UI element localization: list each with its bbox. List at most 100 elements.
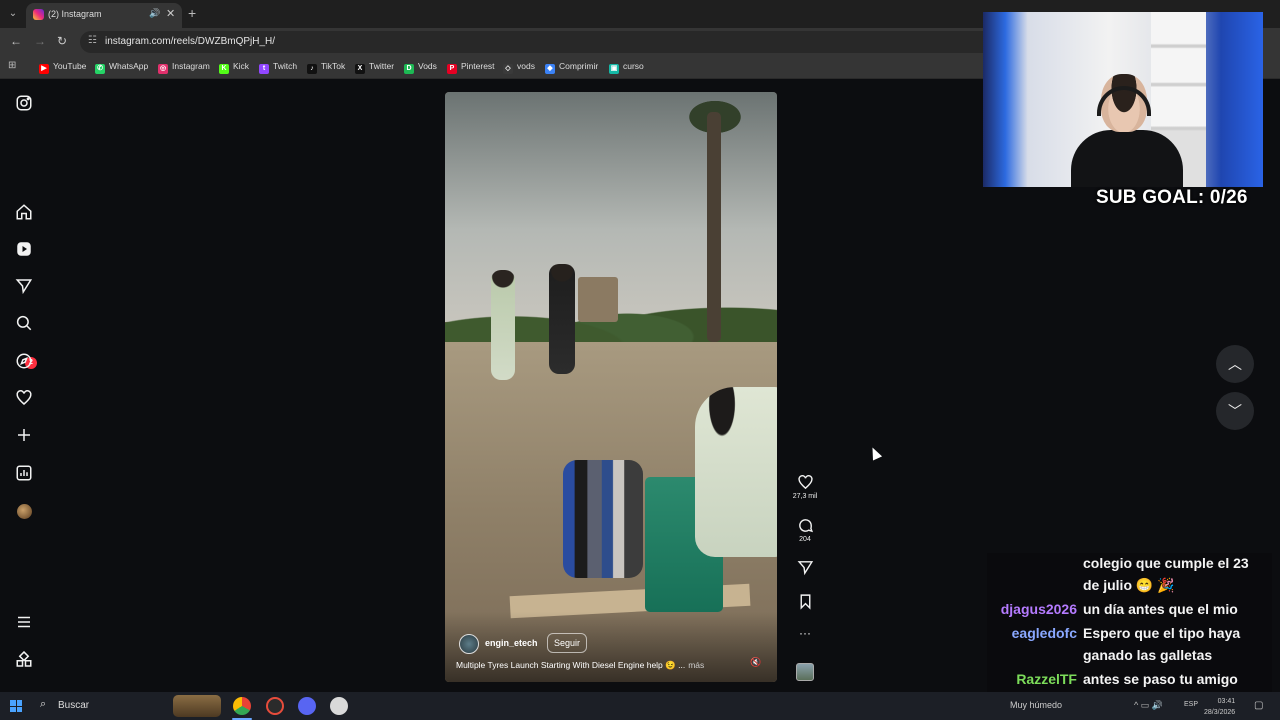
chat-username: eagledofc	[1011, 625, 1077, 641]
profile-avatar[interactable]	[17, 504, 32, 519]
reels-icon[interactable]	[14, 240, 34, 260]
reel-video[interactable]: engin_etech Seguir Multiple Tyres Launch…	[445, 92, 777, 682]
reload-icon[interactable]: ↻	[57, 34, 67, 48]
instagram-logo-icon[interactable]	[14, 94, 34, 114]
bookmark-label: curso	[623, 61, 644, 71]
comments-count: 204	[799, 536, 811, 543]
messages-icon[interactable]	[14, 277, 34, 297]
more-icon[interactable]	[14, 650, 34, 671]
follow-button[interactable]: Seguir	[547, 633, 588, 653]
tiktok-icon: ♪	[307, 64, 317, 74]
discord-icon[interactable]	[298, 697, 316, 715]
bookmark-label: YouTube	[53, 61, 87, 71]
vods-icon: D	[404, 64, 414, 74]
tab-title: (2) Instagram	[48, 9, 102, 19]
curso-icon: ▣	[609, 64, 619, 74]
author-avatar[interactable]	[459, 634, 479, 654]
windows-start-icon[interactable]	[10, 700, 22, 712]
bookmark-label: Comprimir	[559, 61, 599, 71]
new-tab-icon[interactable]: +	[188, 5, 196, 21]
bookmark-vods[interactable]: ◇ vods	[503, 61, 535, 75]
heart-icon[interactable]	[14, 389, 34, 409]
menu-icon[interactable]	[14, 613, 34, 633]
likes-count: 27,3 mil	[792, 493, 818, 500]
bookmark-whatsapp[interactable]: ✆ WhatsApp	[95, 61, 148, 75]
dashboard-icon[interactable]	[14, 464, 34, 484]
comprimir-icon: ◆	[545, 64, 555, 74]
weather-text[interactable]: Muy húmedo	[1010, 700, 1062, 710]
mute-icon[interactable]: 🔇	[750, 657, 761, 668]
twitter-icon: X	[355, 64, 365, 74]
bookmark-label: Instagram	[172, 61, 210, 71]
reel-caption[interactable]: Multiple Tyres Launch Starting With Dies…	[456, 660, 704, 671]
webcam-overlay	[983, 12, 1263, 187]
tab-audio-icon[interactable]: 🔊	[149, 8, 160, 19]
bookmark-pinterest[interactable]: P Pinterest	[447, 61, 495, 75]
forward-icon[interactable]: →	[34, 34, 46, 48]
tab-close-icon[interactable]: ✕	[166, 7, 175, 20]
taskbar-search[interactable]: Buscar	[58, 700, 89, 711]
create-icon[interactable]	[14, 426, 34, 446]
bookmark-label: WhatsApp	[109, 61, 149, 71]
share-icon	[797, 561, 813, 576]
video-person-right	[695, 387, 777, 557]
apps-grid-icon[interactable]: ⊞	[8, 60, 16, 71]
bookmark-vods[interactable]: D Vods	[404, 61, 437, 75]
bookmark-icon	[800, 594, 810, 610]
bookmark-tiktok[interactable]: ♪ TikTok	[307, 61, 345, 75]
browser-tab[interactable]: (2) Instagram 🔊 ✕	[26, 3, 182, 28]
heart-icon	[797, 475, 813, 490]
site-info-icon[interactable]: ☷	[88, 35, 97, 46]
language-indicator[interactable]: ESP	[1184, 701, 1198, 708]
obs-icon[interactable]	[266, 697, 284, 715]
bookmark-label: vods	[517, 61, 535, 71]
chat-overlay: colegio que cumple el 23 de julio 😁 🎉 djag…	[987, 553, 1272, 692]
share-action[interactable]	[790, 559, 820, 576]
whatsapp-icon: ✆	[95, 64, 105, 74]
home-icon[interactable]	[14, 203, 34, 223]
bookmark-kick[interactable]: K Kick	[219, 61, 249, 75]
system-tray-icon[interactable]: ^ ▭ 🔊	[1134, 700, 1163, 711]
audio-thumbnail[interactable]	[796, 663, 814, 681]
next-reel-button[interactable]: ﹀	[1216, 392, 1254, 430]
comment-icon	[798, 519, 813, 533]
pinterest-icon: P	[447, 64, 457, 74]
search-icon[interactable]: ⌕	[40, 698, 46, 711]
back-icon[interactable]: ←	[10, 34, 22, 48]
bookmark-curso[interactable]: ▣ curso	[609, 61, 644, 75]
chat-username: RazzelTF	[1016, 671, 1077, 687]
bookmark-twitter[interactable]: X Twitter	[355, 61, 394, 75]
bookmark-label: Vods	[418, 61, 437, 71]
bookmark-instagram[interactable]: ◎ Instagram	[158, 61, 210, 75]
comment-action[interactable]: 204	[790, 517, 820, 543]
like-action[interactable]: 27,3 mil	[790, 474, 820, 500]
bookmark-label: TikTok	[321, 61, 346, 71]
more-options-icon[interactable]: ···	[790, 626, 820, 640]
search-highlight-image	[173, 695, 221, 717]
bookmark-comprimir[interactable]: ◆ Comprimir	[545, 61, 598, 75]
windows-taskbar: ⌕ Buscar Muy húmedo ^ ▭ 🔊 ESP 03:41 28/3…	[0, 692, 1280, 720]
save-action[interactable]	[790, 593, 820, 610]
search-icon[interactable]	[14, 314, 34, 334]
bookmark-twitch[interactable]: t Twitch	[259, 61, 297, 75]
bookmark-label: Twitch	[273, 61, 298, 71]
app-icon[interactable]	[330, 697, 348, 715]
clock-time: 03:41	[1217, 698, 1236, 705]
chrome-icon[interactable]	[233, 697, 251, 715]
explore-icon[interactable]	[14, 352, 34, 372]
author-name[interactable]: engin_etech	[485, 638, 538, 648]
bookmark-youtube[interactable]: ▶ YouTube	[39, 61, 86, 75]
notifications-icon[interactable]: ▢	[1254, 700, 1263, 711]
tab-search-icon[interactable]: ⌄	[4, 5, 22, 23]
twitch-icon: t	[259, 64, 269, 74]
bookmark-label: Twitter	[369, 61, 395, 71]
instagram-icon: ◎	[158, 64, 168, 74]
previous-reel-button[interactable]: ︿	[1216, 345, 1254, 383]
instagram-favicon-icon	[33, 9, 44, 20]
address-bar[interactable]: ☷ instagram.com/reels/DWZBmQPjH_H/	[80, 31, 1000, 53]
clock[interactable]: 03:41 28/3/2026	[1204, 696, 1235, 718]
caption-text: Multiple Tyres Launch Starting With Dies…	[456, 660, 686, 670]
address-url[interactable]: instagram.com/reels/DWZBmQPjH_H/	[105, 36, 275, 47]
vods-icon: ◇	[503, 64, 513, 74]
caption-more-link[interactable]: más	[688, 660, 704, 670]
